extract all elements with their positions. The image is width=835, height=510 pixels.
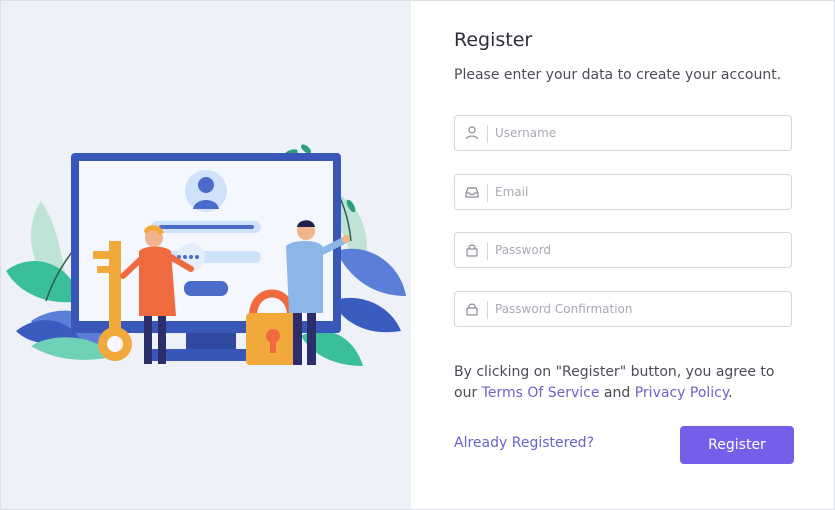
field-separator	[487, 301, 488, 319]
terms-of-service-link[interactable]: Terms Of Service	[482, 385, 600, 401]
username-input[interactable]	[495, 116, 785, 150]
privacy-policy-link[interactable]: Privacy Policy	[635, 385, 728, 401]
register-page: Register Please enter your data to creat…	[0, 0, 835, 510]
registration-illustration	[6, 144, 406, 366]
password-confirmation-field[interactable]	[454, 291, 792, 327]
terms-notice: By clicking on "Register" button, you ag…	[454, 362, 794, 404]
already-registered-link[interactable]: Already Registered?	[454, 435, 594, 451]
field-separator	[487, 125, 488, 143]
email-field[interactable]	[454, 174, 792, 210]
field-separator	[487, 184, 488, 202]
register-form-panel: Register Please enter your data to creat…	[412, 1, 834, 509]
password-confirmation-input[interactable]	[495, 292, 785, 326]
lock-icon	[466, 303, 478, 316]
lock-icon	[466, 244, 478, 257]
field-separator	[487, 242, 488, 260]
illustration-panel	[1, 1, 411, 509]
page-title: Register	[454, 29, 533, 51]
user-icon	[465, 126, 479, 140]
email-input[interactable]	[495, 175, 785, 209]
username-field[interactable]	[454, 115, 792, 151]
page-subtitle: Please enter your data to create your ac…	[454, 67, 782, 83]
inbox-icon	[465, 187, 479, 198]
terms-and: and	[599, 385, 635, 401]
terms-suffix: .	[728, 385, 733, 401]
register-button[interactable]: Register	[680, 426, 794, 464]
password-field[interactable]	[454, 232, 792, 268]
password-input[interactable]	[495, 233, 785, 267]
